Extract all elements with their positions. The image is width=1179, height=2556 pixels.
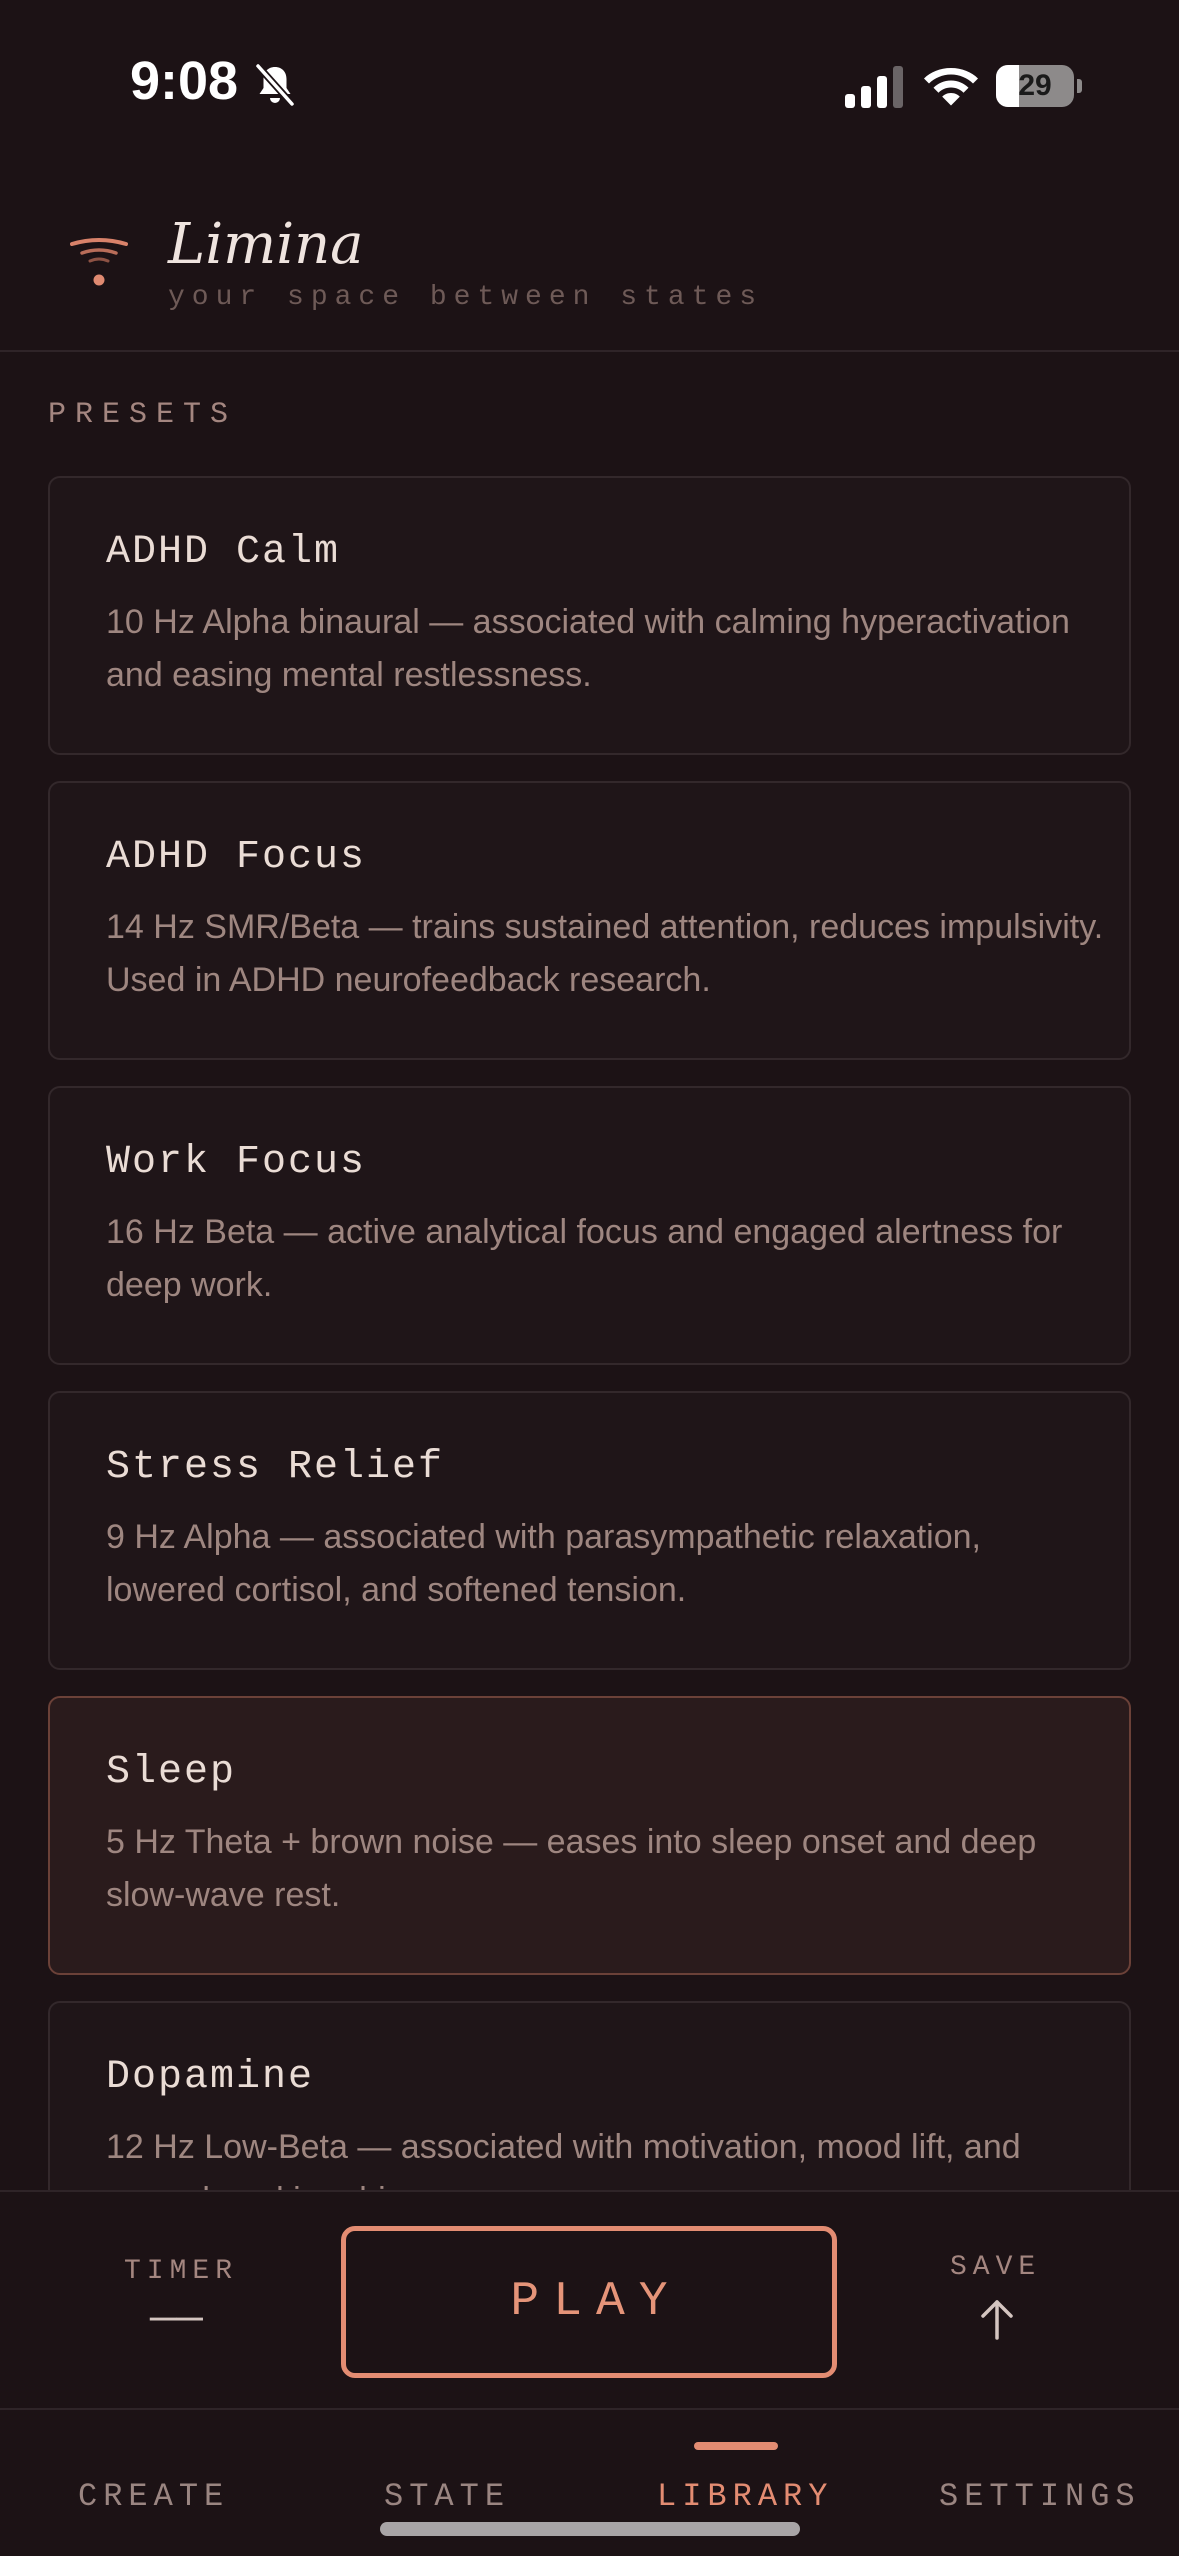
preset-description: 10 Hz Alpha binaural — associated with c… <box>106 603 1070 694</box>
preset-card-dopamine[interactable]: Dopamine 12 Hz Low-Beta — associated wit… <box>48 2001 1131 2190</box>
tab-state[interactable]: STATE <box>384 2478 510 2515</box>
status-bar: 9:08 29 <box>0 0 1179 170</box>
preset-name: Work Focus <box>106 1140 367 1185</box>
bell-muted-icon <box>255 63 295 107</box>
preset-name: Stress Relief <box>106 1445 445 1490</box>
app-subtitle: your space between states <box>168 282 764 313</box>
play-button[interactable]: PLAY <box>341 2226 837 2378</box>
status-time: 9:08 <box>130 51 239 111</box>
battery-indicator: 29 <box>996 65 1082 107</box>
playback-control-bar: TIMER —— PLAY SAVE <box>0 2190 1179 2410</box>
cellular-signal-icon <box>845 66 903 108</box>
preset-name: Dopamine <box>106 2055 315 2100</box>
limina-logo-icon <box>70 238 128 286</box>
preset-card-work-focus[interactable]: Work Focus 16 Hz Beta — active analytica… <box>48 1086 1131 1365</box>
battery-nub <box>1077 79 1082 93</box>
app-title: Limina <box>168 212 364 277</box>
timer-label[interactable]: TIMER <box>124 2256 238 2287</box>
preset-description: 12 Hz Low-Beta — associated with motivat… <box>106 2128 1021 2190</box>
preset-description: 16 Hz Beta — active analytical focus and… <box>106 1213 1063 1304</box>
preset-name: ADHD Focus <box>106 835 367 880</box>
preset-card-stress-relief[interactable]: Stress Relief 9 Hz Alpha — associated wi… <box>48 1391 1131 1670</box>
preset-description: 5 Hz Theta + brown noise — eases into sl… <box>106 1823 1037 1914</box>
tab-library[interactable]: LIBRARY <box>657 2478 833 2515</box>
wifi-icon <box>924 68 978 106</box>
preset-name: ADHD Calm <box>106 530 341 575</box>
home-indicator[interactable] <box>380 2522 800 2536</box>
preset-description: 14 Hz SMR/Beta — trains sustained attent… <box>106 908 1104 999</box>
save-label[interactable]: SAVE <box>950 2252 1041 2283</box>
preset-name: Sleep <box>106 1750 237 1795</box>
preset-card-sleep[interactable]: Sleep 5 Hz Theta + brown noise — eases i… <box>48 1696 1131 1975</box>
tab-settings[interactable]: SETTINGS <box>939 2478 1141 2515</box>
app-header: Limina your space between states <box>0 170 1179 352</box>
presets-section-label: PRESETS <box>48 398 238 432</box>
tab-create[interactable]: CREATE <box>78 2478 229 2515</box>
preset-card-adhd-calm[interactable]: ADHD Calm 10 Hz Alpha binaural — associa… <box>48 476 1131 755</box>
battery-percent: 29 <box>1018 69 1052 102</box>
battery-body: 29 <box>996 65 1074 107</box>
timer-value[interactable]: —— <box>150 2294 203 2344</box>
arrow-up-icon[interactable] <box>977 2298 1017 2342</box>
tab-bar: CREATE STATE LIBRARY SETTINGS <box>0 2410 1179 2556</box>
active-tab-indicator <box>694 2442 778 2450</box>
preset-list[interactable]: ADHD Calm 10 Hz Alpha binaural — associa… <box>48 476 1131 2190</box>
preset-description: 9 Hz Alpha — associated with parasympath… <box>106 1518 982 1609</box>
preset-card-adhd-focus[interactable]: ADHD Focus 14 Hz SMR/Beta — trains susta… <box>48 781 1131 1060</box>
